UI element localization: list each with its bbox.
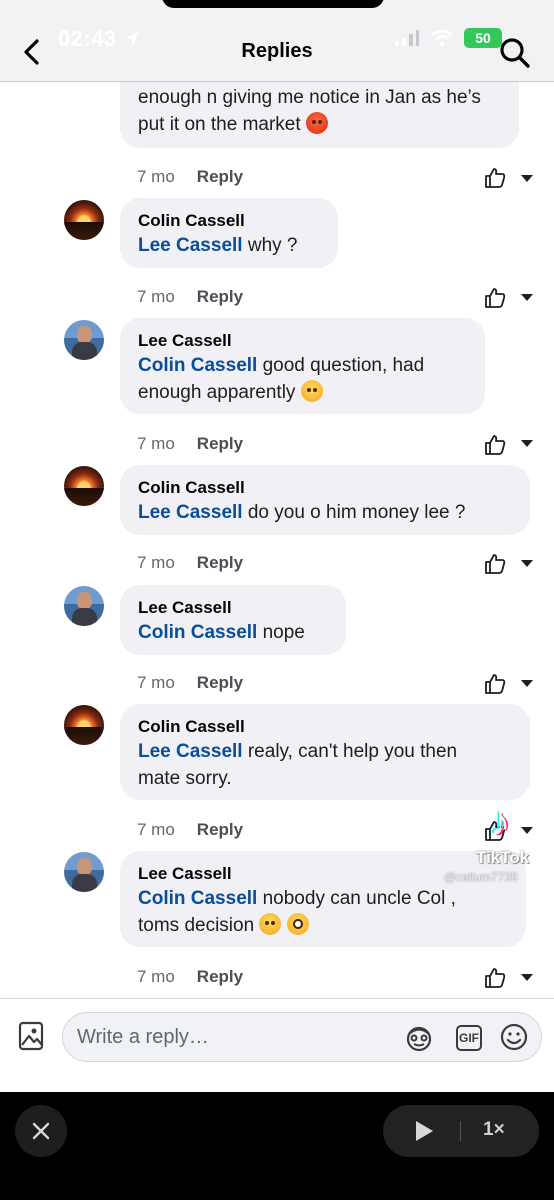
commenter-name[interactable]: Colin Cassell bbox=[138, 210, 320, 232]
mention-link[interactable]: Colin Cassell bbox=[138, 355, 257, 376]
caret-down-icon[interactable] bbox=[520, 679, 534, 689]
commenter-name[interactable]: Colin Cassell bbox=[138, 716, 512, 738]
flushed-emoji-icon bbox=[286, 913, 309, 935]
mention-link[interactable]: Lee Cassell bbox=[138, 741, 243, 762]
caret-down-icon[interactable] bbox=[520, 439, 534, 449]
wifi-icon bbox=[431, 29, 453, 47]
reply-button[interactable]: Reply bbox=[197, 820, 243, 840]
reply-input[interactable] bbox=[77, 1025, 397, 1049]
comment-text: Colin Cassell nope bbox=[138, 622, 305, 643]
like-icon[interactable] bbox=[483, 286, 507, 310]
comment-bubble: Colin Cassell Lee Cassell realy, can't h… bbox=[120, 704, 530, 800]
comment-bubble-partial: enough n giving me notice in Jan as he’s… bbox=[120, 82, 519, 148]
comment-text: mate sorry. bbox=[138, 768, 232, 789]
mention-link[interactable]: Colin Cassell bbox=[138, 622, 257, 643]
comment-text: Colin Cassell good question, had bbox=[138, 355, 425, 376]
like-icon[interactable] bbox=[483, 672, 507, 696]
status-icons: 50 bbox=[394, 28, 502, 48]
top-bar: 02:43 Replies 50 bbox=[0, 0, 554, 82]
reply-composer: GIF bbox=[0, 998, 554, 1092]
comment-meta: 7 mo Reply bbox=[137, 287, 244, 307]
like-icon[interactable] bbox=[483, 433, 507, 457]
comment-text: Lee Cassell why ? bbox=[138, 235, 298, 256]
comment-meta: 7 mo Reply bbox=[137, 820, 244, 840]
avatar-sticker-icon[interactable] bbox=[404, 1025, 434, 1051]
reply-button[interactable]: Reply bbox=[197, 673, 243, 693]
caret-down-icon[interactable] bbox=[520, 973, 534, 983]
tiktok-logo-icon: ♪ bbox=[490, 800, 510, 844]
comment-text: Colin Cassell nobody can uncle Col , bbox=[138, 888, 456, 909]
caret-down-icon[interactable] bbox=[520, 559, 534, 569]
angry-emoji-icon bbox=[305, 112, 328, 134]
mention-link[interactable]: Lee Cassell bbox=[138, 235, 243, 256]
playback-controls: 1× bbox=[383, 1105, 539, 1157]
playback-speed-button[interactable]: 1× bbox=[483, 1119, 505, 1141]
avatar[interactable] bbox=[64, 320, 104, 360]
gif-button[interactable]: GIF bbox=[456, 1025, 482, 1051]
comment-text: enough n giving me notice in Jan as he’s… bbox=[138, 87, 481, 135]
comment-meta: 7 mo Reply bbox=[137, 673, 244, 693]
caret-down-icon[interactable] bbox=[520, 293, 534, 303]
reply-button[interactable]: Reply bbox=[197, 167, 243, 187]
comment-bubble: Lee Cassell Colin Cassell good question,… bbox=[120, 318, 485, 414]
avatar[interactable] bbox=[64, 705, 104, 745]
annoyed-emoji-icon bbox=[300, 380, 323, 402]
comment-meta: 7 mo Reply bbox=[137, 167, 244, 187]
comment-bubble: Colin Cassell Lee Cassell do you o him m… bbox=[120, 465, 530, 535]
divider bbox=[460, 1121, 461, 1141]
like-icon[interactable] bbox=[483, 966, 507, 990]
comment-text: Lee Cassell do you o him money lee ? bbox=[138, 502, 466, 523]
reply-button[interactable]: Reply bbox=[197, 553, 243, 573]
mention-link[interactable]: Colin Cassell bbox=[138, 888, 257, 909]
like-icon[interactable] bbox=[483, 166, 507, 190]
caret-down-icon[interactable] bbox=[520, 174, 534, 184]
tiktok-handle: @callum7738 bbox=[444, 870, 518, 884]
comment-meta: 7 mo Reply bbox=[137, 434, 244, 454]
photo-icon[interactable] bbox=[18, 1021, 46, 1051]
mention-link[interactable]: Lee Cassell bbox=[138, 502, 243, 523]
signal-icon bbox=[395, 30, 419, 46]
commenter-name[interactable]: Colin Cassell bbox=[138, 477, 512, 499]
comment-bubble: Lee Cassell Colin Cassell nobody can unc… bbox=[120, 851, 526, 947]
comment-text: enough apparently bbox=[138, 379, 467, 406]
tiktok-brand: TikTok bbox=[476, 848, 530, 867]
comment-bubble: Lee Cassell Colin Cassell nope bbox=[120, 585, 346, 655]
steam-nose-emoji-icon bbox=[259, 913, 282, 935]
commenter-name[interactable]: Lee Cassell bbox=[138, 330, 467, 352]
avatar[interactable] bbox=[64, 200, 104, 240]
tiktok-watermark: ♪ TikTok @callum7738 bbox=[444, 800, 554, 890]
dynamic-island bbox=[162, 0, 384, 8]
reply-button[interactable]: Reply bbox=[197, 434, 243, 454]
reply-button[interactable]: Reply bbox=[197, 967, 243, 987]
close-icon bbox=[32, 1122, 50, 1140]
comment-text: toms decision bbox=[138, 912, 508, 939]
avatar[interactable] bbox=[64, 466, 104, 506]
commenter-name[interactable]: Lee Cassell bbox=[138, 597, 328, 619]
video-player-bar: 1× bbox=[0, 1092, 554, 1200]
avatar[interactable] bbox=[64, 586, 104, 626]
comment-bubble: Colin Cassell Lee Cassell why ? bbox=[120, 198, 338, 268]
comment-text: Lee Cassell realy, can't help you then bbox=[138, 741, 458, 762]
comment-meta: 7 mo Reply bbox=[137, 553, 244, 573]
battery-indicator: 50 bbox=[464, 28, 502, 48]
avatar[interactable] bbox=[64, 852, 104, 892]
comment-meta: 7 mo Reply bbox=[137, 967, 244, 987]
play-icon[interactable] bbox=[411, 1119, 435, 1143]
reply-button[interactable]: Reply bbox=[197, 287, 243, 307]
emoji-icon[interactable] bbox=[500, 1023, 528, 1051]
close-button[interactable] bbox=[15, 1105, 67, 1157]
like-icon[interactable] bbox=[483, 552, 507, 576]
search-icon[interactable] bbox=[498, 36, 532, 70]
